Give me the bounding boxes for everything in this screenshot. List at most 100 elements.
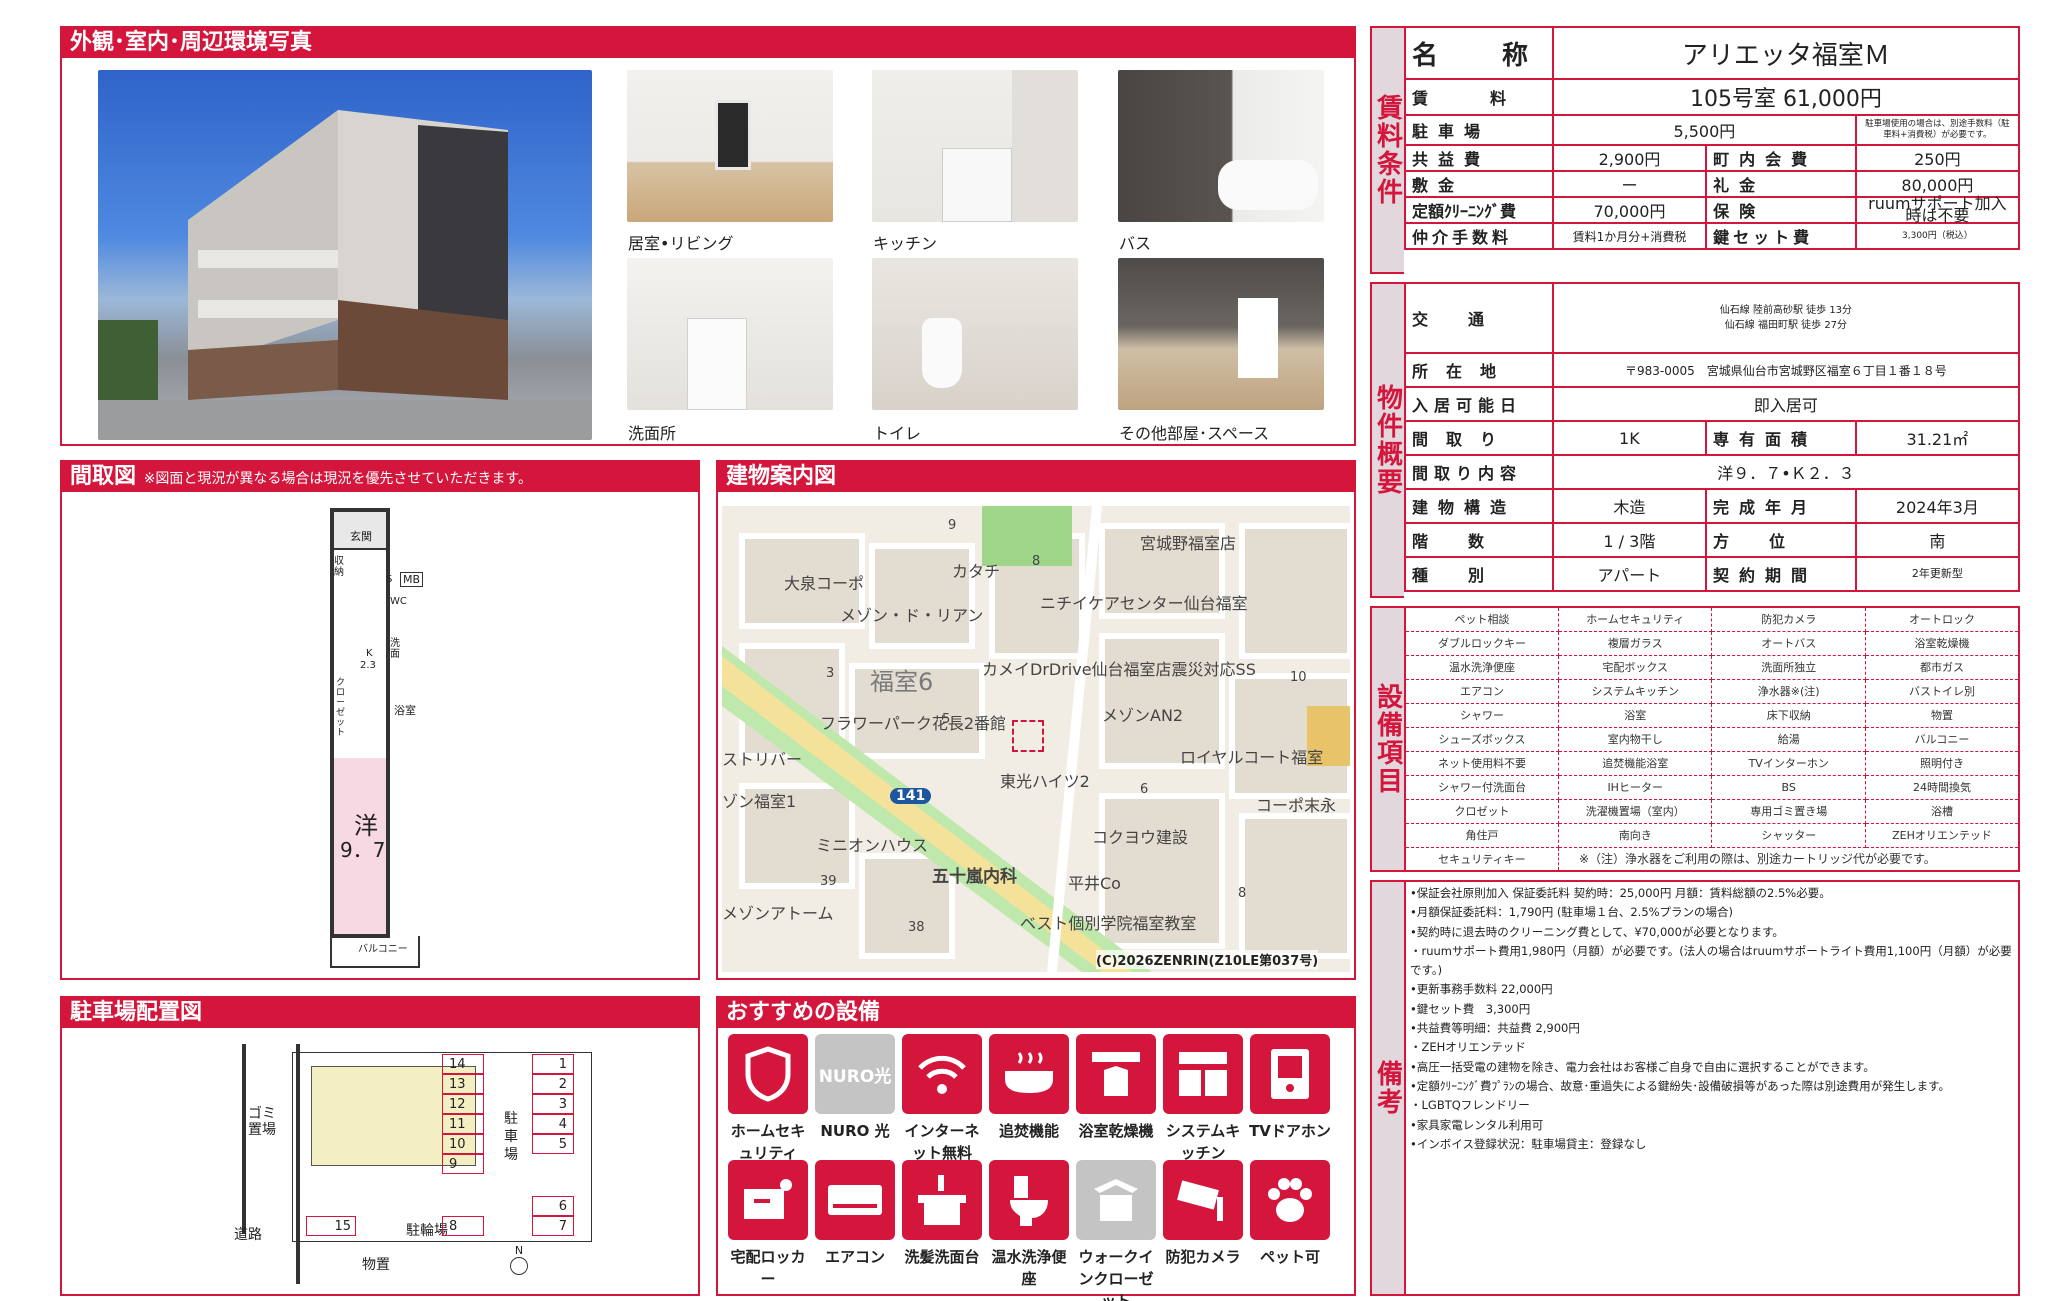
chonai-label: 町内会費	[1705, 144, 1857, 172]
hoken-label: 保険	[1705, 196, 1857, 224]
kitchen-photo	[872, 70, 1078, 222]
facility-security-key: セキュリティキー	[1404, 846, 1559, 872]
facility-item: シャッター	[1711, 822, 1866, 848]
slot-4: 4	[532, 1114, 574, 1134]
remark-line: •家具家電レンタル利用可	[1410, 1117, 1544, 1132]
kyoeki-value: 2,900円	[1551, 144, 1708, 172]
paw-icon	[1250, 1160, 1330, 1240]
washbasin-icon	[902, 1160, 982, 1240]
label-closet: クローゼット	[336, 678, 346, 738]
parking-fee-label: 駐車場	[1404, 114, 1554, 146]
remark-line: •高圧一括受電の建物を除き、電力会社はお客様ご自身で自由に選択することができます…	[1410, 1059, 1875, 1074]
remark-line: •契約時に退去時のクリーニング費として、¥70,000が必要となります。	[1410, 924, 1784, 939]
remark-line: •月額保証委託料：1,790円 (駐車場１台、2.5%プランの場合)	[1410, 905, 1734, 920]
map-label-0: 宮城野福室店	[1140, 534, 1237, 553]
facility-item: 24時間換気	[1864, 774, 2020, 800]
washroom-photo	[627, 258, 833, 410]
label-bushiki: 物置	[362, 1257, 390, 1273]
equip-label-3: 追焚機能	[998, 1122, 1059, 1140]
shubetsu-value: アパート	[1551, 556, 1707, 592]
chukai-label: 仲介手数料	[1404, 222, 1554, 250]
equip-label-8: エアコン	[824, 1248, 885, 1266]
toilet-icon	[989, 1160, 1069, 1240]
madori-label: 間取り	[1404, 420, 1554, 456]
caption-bath: バス	[1119, 234, 1152, 253]
remark-line: ・ruumサポート費用1,980円（月額）が必要です。(法人の場合はruumサポ…	[1410, 943, 2012, 978]
kitchen-icon	[1163, 1034, 1243, 1114]
facilities-side-label: 設備項目	[1370, 606, 1404, 872]
facility-item: 洗面所独立	[1711, 654, 1866, 680]
reikin-label: 礼金	[1705, 170, 1857, 198]
kagi-label: 鍵セット費	[1705, 222, 1857, 250]
map-label-8: フラワーパーク花長2番館	[820, 714, 1007, 733]
photos-title: 外観･室内･周辺環境写真	[62, 28, 1354, 58]
slot-12: 12	[442, 1094, 484, 1114]
map-label-9: ロイヤルコート福室	[1180, 748, 1324, 767]
facility-item: 照明付き	[1864, 750, 2020, 776]
slot-9: 9	[442, 1154, 484, 1174]
bath-dryer-icon	[1076, 1034, 1156, 1114]
facility-row: ダブルロックキー 複層ガラス オートバス 浴室乾燥機	[1404, 630, 2020, 656]
map-label-2: カタチ	[952, 562, 1001, 581]
map-num-4: 6	[1140, 782, 1149, 797]
slot-5: 5	[532, 1134, 574, 1154]
cleaning-label: 定額ｸﾘｰﾆﾝｸﾞ費	[1404, 196, 1554, 224]
facility-item: 南向き	[1557, 822, 1713, 848]
facility-item: ZEHオリエンテッド	[1864, 822, 2020, 848]
kansei-label: 完成年月	[1704, 488, 1857, 524]
facility-item: 宅配ボックス	[1557, 654, 1713, 680]
bath-icon	[989, 1034, 1069, 1114]
madori-value: 1K	[1551, 420, 1707, 456]
rent-side-label: 賃料条件	[1370, 26, 1404, 274]
facility-item: バルコニー	[1864, 726, 2020, 752]
aircon-icon	[815, 1160, 895, 1240]
slot-7: 7	[532, 1216, 574, 1236]
facility-row: 温水洗浄便座 宅配ボックス 洗面所独立 都市ガス	[1404, 654, 2020, 680]
facility-item: 物置	[1864, 702, 2020, 728]
nyukyo-label: 入居可能日	[1404, 386, 1554, 422]
equip-label-1: NURO 光	[820, 1122, 890, 1140]
keiyaku-label: 契約期間	[1704, 556, 1857, 592]
slot-10: 10	[442, 1134, 484, 1154]
shikikin-label: 敷金	[1404, 170, 1554, 198]
label-doro: 道路	[234, 1227, 262, 1243]
facility-item: 防犯カメラ	[1711, 606, 1866, 632]
label-genkan: 玄関	[350, 530, 372, 543]
map-label-5: 福室6	[870, 668, 934, 696]
slot-11: 11	[442, 1114, 484, 1134]
facility-item: 専用ゴミ置き場	[1711, 798, 1866, 824]
parking-map: ゴミ置場 駐車場 道路 物置 駐輪場 N 14 13 12 11 10 9 1 …	[66, 1036, 694, 1292]
wifi-icon	[902, 1034, 982, 1114]
remarks-side-label: 備考	[1370, 880, 1404, 1296]
map-label-4: メゾン・ド・リアン	[840, 606, 984, 625]
caption-washroom: 洗面所	[628, 424, 677, 443]
label-wc: WC	[390, 596, 407, 607]
equip-label-2: インターネット無料	[904, 1122, 980, 1162]
facility-item: シャワー	[1404, 702, 1559, 728]
remark-line: ・LGBTQフレンドリー	[1410, 1098, 1530, 1113]
slot-15: 15	[306, 1216, 356, 1236]
shubetsu-label: 種別	[1404, 556, 1554, 592]
map-label-6: カメイDrDrive仙台福室店震災対応SS	[982, 660, 1256, 679]
facility-row: エアコン システムキッチン 浄水器※(注) バストイレ別	[1404, 678, 2020, 704]
map-num-2: 3	[826, 666, 835, 681]
remark-line: •鍵セット費 3,300円	[1410, 1001, 1531, 1016]
hoi-label: 方位	[1704, 522, 1857, 558]
facility-row: ペット相談 ホームセキュリティ 防犯カメラ オートロック	[1404, 606, 2020, 632]
facility-row: クロゼット 洗濯機置場（室内） 専用ゴミ置き場 浴槽	[1404, 798, 2020, 824]
rent-value: 105号室 61,000円	[1551, 78, 2021, 116]
facility-item: TVインターホン	[1711, 750, 1866, 776]
facility-item: オートロック	[1864, 606, 2020, 632]
map-label-10: ストリバー	[722, 750, 803, 769]
kansei-value: 2024年3月	[1854, 488, 2021, 524]
map-num-1: 8	[1032, 554, 1041, 569]
label-chusha: 駐車場	[504, 1111, 518, 1163]
map-labels: 宮城野福室店 大泉コーポ カタチ ニチイケアセンター仙台福室 メゾン・ド・リアン…	[722, 506, 1350, 972]
bath-photo	[1118, 70, 1324, 222]
remarks-list: •保証会社原則加入 保証委託料 契約時：25,000円 月額：賃料総額の2.5%…	[1410, 884, 2016, 1154]
facility-item: 角住戸	[1404, 822, 1559, 848]
hoi-value: 南	[1854, 522, 2021, 558]
facility-item: ダブルロックキー	[1404, 630, 1559, 656]
hoken-value: ruumサポート加入時は不要	[1854, 196, 2021, 224]
label-k23: 2.3	[360, 660, 376, 671]
